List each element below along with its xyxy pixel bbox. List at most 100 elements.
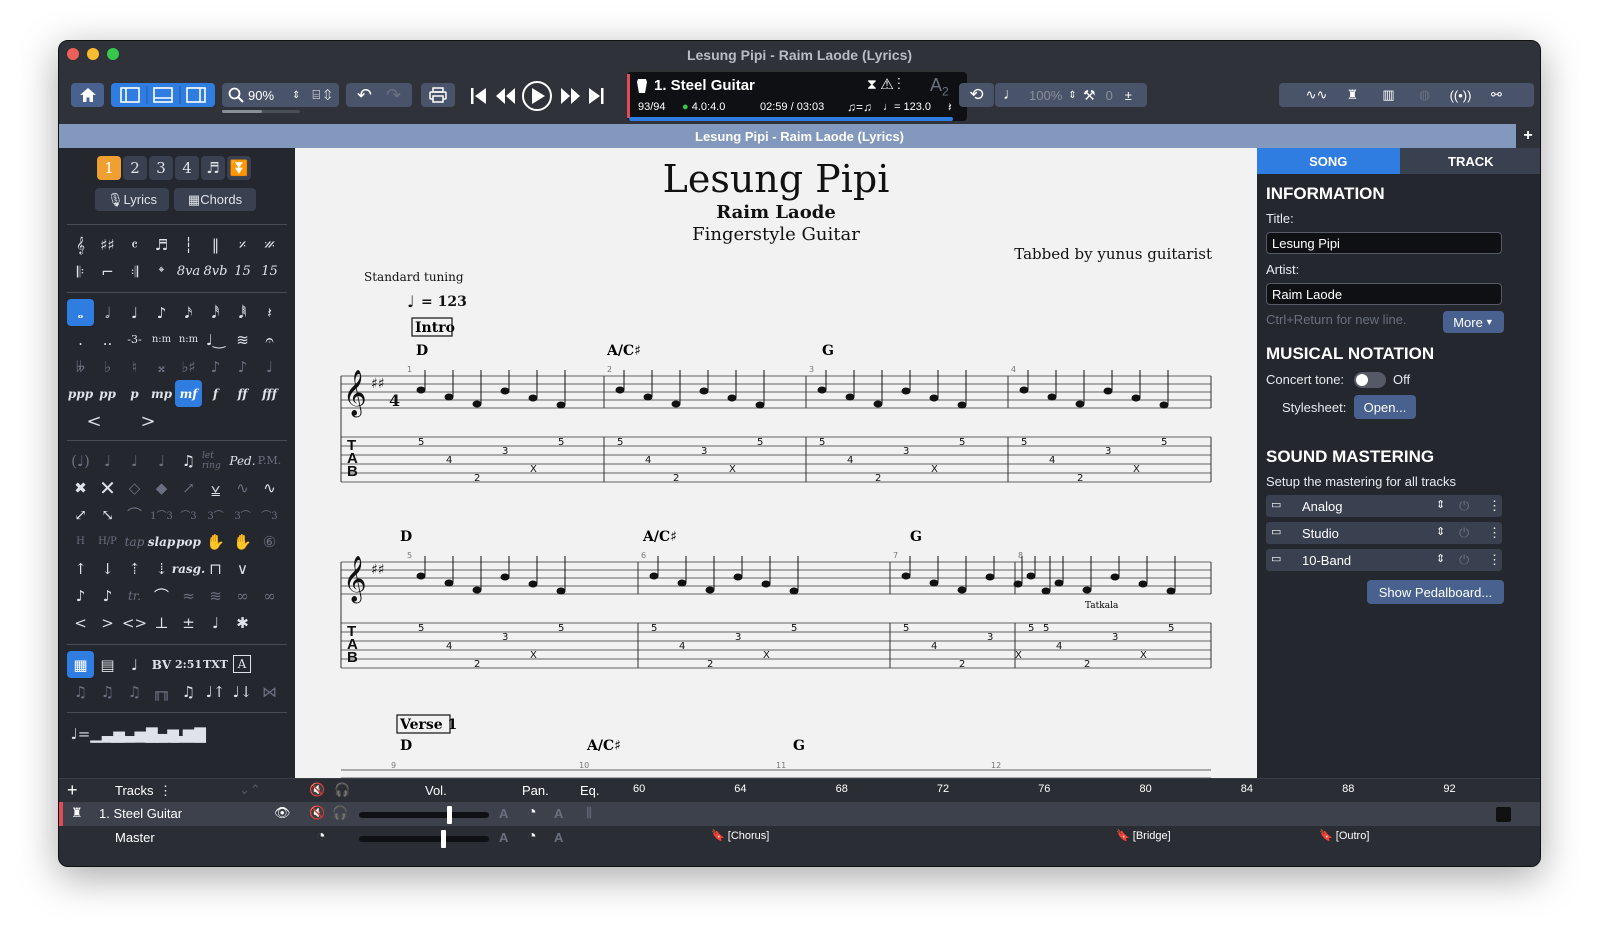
wide-vibrato-icon[interactable]: ∿ [256, 474, 283, 501]
tuplet-icon[interactable]: ♬ [148, 231, 175, 258]
piano-view-icon[interactable]: ▥ [1371, 87, 1407, 103]
quindicesima-bassa-icon[interactable]: 15 [256, 258, 283, 285]
tuner-icon[interactable]: ⚯ [1479, 87, 1515, 103]
section-marker-button[interactable]: A [233, 655, 251, 673]
right-hand-icon[interactable]: ✋ [229, 528, 256, 555]
close-window-button[interactable] [67, 48, 79, 60]
hammer-on-icon[interactable]: ⌒ [121, 501, 148, 528]
dynamic-pp-button[interactable]: pp [94, 380, 121, 407]
marker-chorus[interactable]: 🔖 [Chorus] [711, 829, 769, 842]
automation-a-icon[interactable]: A [554, 830, 563, 845]
marker-outro[interactable]: 🔖 [Outro] [1319, 829, 1369, 842]
coda-icon[interactable]: 𝄌 [148, 258, 175, 285]
voice-3-button[interactable]: 3 [149, 156, 173, 180]
thirty-second-note-icon[interactable]: 𝅘𝅥𝅰 [202, 299, 229, 326]
title-field[interactable]: Lesung Pipi [1266, 232, 1502, 254]
key-signature-icon[interactable]: ♯♯ [94, 231, 121, 258]
time-marker-button[interactable]: 2:51 [175, 651, 202, 678]
grace-note-after-icon[interactable]: ♪ [229, 353, 256, 380]
dotted-icon[interactable]: . [67, 326, 94, 353]
slur-icon[interactable]: ⌒ [148, 582, 175, 609]
slap-button[interactable]: slap [148, 528, 175, 555]
rasgueado-button[interactable]: rasg. [172, 555, 205, 582]
big-x-icon[interactable]: ✕ [94, 474, 121, 501]
home-button[interactable] [71, 83, 104, 107]
clef-icon[interactable]: 𝄞 [67, 231, 94, 258]
pitch-control[interactable]: ⚒ 0 ± [1075, 83, 1147, 107]
dead-note-icon[interactable]: ✖ [67, 474, 94, 501]
collapse-icon[interactable]: ⌄⌃ [239, 782, 261, 798]
time-signature-icon[interactable]: 𝄴 [121, 231, 148, 258]
sixty-fourth-note-icon[interactable]: 𝅘𝅥𝅱 [229, 299, 256, 326]
dynamic-ppp-button[interactable]: ppp [67, 380, 94, 407]
tie-icon[interactable]: ♩‿ [202, 326, 229, 353]
palm-mute-icon[interactable]: P.M. [256, 447, 283, 474]
chord-table-icon[interactable]: ▤ [94, 651, 121, 678]
double-dotted-icon[interactable]: .. [94, 326, 121, 353]
chord-grid-icon[interactable]: ▦ [67, 651, 94, 678]
natural-icon[interactable]: ♮ [121, 353, 148, 380]
double-tenuto-icon[interactable]: ± [175, 609, 202, 636]
slide-3-icon[interactable]: ⌒3 [175, 501, 202, 528]
voice-1-button[interactable]: 1 [97, 156, 121, 180]
equalizer-icon[interactable]: ⫼ [586, 805, 592, 821]
automation-a-icon[interactable]: A [554, 806, 563, 821]
tab-song[interactable]: SONG [1257, 148, 1400, 174]
left-hand-icon[interactable]: ✋ [202, 528, 229, 555]
audio-waveform-icon[interactable]: ∿∿ [1299, 87, 1335, 103]
slide-icon[interactable]: ⤢ [67, 501, 94, 528]
beam-break-icon[interactable]: ♫ [94, 678, 121, 705]
repeat-two-bars-icon[interactable]: 𝄏 [256, 231, 283, 258]
double-sharp-icon[interactable]: 𝄪 [148, 353, 175, 380]
ottava-alta-icon[interactable]: 8va [175, 258, 202, 285]
bend-icon[interactable]: ↗ [175, 474, 202, 501]
arpeggio-up-icon[interactable]: ⇡ [121, 555, 148, 582]
zoom-control[interactable]: 90% ⇕ ⌸ ⇕ [222, 83, 339, 107]
voice-down-icon[interactable]: ⏬ [227, 156, 251, 180]
inverted-turn-icon[interactable]: ∞ [256, 582, 283, 609]
double-barline-icon[interactable]: ‖ [202, 231, 229, 258]
harmonic-icon[interactable]: ◇ [121, 474, 148, 501]
staccatissimo-icon[interactable]: ♩ [202, 609, 229, 636]
string-number-icon[interactable]: ⑥ [256, 528, 283, 555]
show-pedalboard-button[interactable]: Show Pedalboard... [1367, 580, 1504, 604]
let-ring-notes-icon[interactable]: ♫ [175, 447, 202, 474]
pedal-asterisk-icon[interactable]: ✱ [229, 609, 256, 636]
quarter-note-icon[interactable]: ♩ [121, 299, 148, 326]
triplet-icon[interactable]: -3- [121, 326, 148, 353]
text-button[interactable]: TXT [202, 651, 229, 678]
master-volume-slider[interactable] [359, 830, 489, 848]
repeat-bar-icon[interactable]: 𝄎 [229, 231, 256, 258]
voice-2-button[interactable]: 2 [123, 156, 147, 180]
beam-auto-icon[interactable]: ♫ [67, 678, 94, 705]
add-document-button[interactable]: + [1516, 124, 1540, 148]
score-view[interactable]: Lesung Pipi Raim Laode Fingerstyle Guita… [295, 148, 1257, 778]
pedal-icon[interactable]: Ped. [229, 447, 256, 474]
beam-join-icon[interactable]: ♫ [121, 678, 148, 705]
playback-progress-bar[interactable] [629, 117, 953, 121]
master-pan-knob-icon[interactable]: ◔ [527, 828, 537, 846]
bv-button[interactable]: BV [148, 651, 175, 678]
artist-field[interactable]: Raim Laode [1266, 283, 1502, 305]
timeline-ruler[interactable]: 60 64 68 72 76 80 84 88 92 [615, 779, 1540, 803]
solo-all-icon[interactable]: 🎧 [334, 782, 350, 798]
marcato-icon[interactable]: > [94, 609, 121, 636]
tremolo-icon[interactable]: ≋ [229, 326, 256, 353]
broadcast-icon[interactable]: ((•)) [1443, 88, 1479, 103]
tracks-menu-icon[interactable]: ⋮ [159, 783, 172, 799]
ghost-note-icon[interactable]: (♩) [67, 447, 94, 474]
wavy-icon[interactable]: ≈ [175, 582, 202, 609]
mastering-studio[interactable]: ▭ Studio ⇕ ⏻ ⋮ [1266, 522, 1502, 544]
voice-4-button[interactable]: 4 [175, 156, 199, 180]
volume-slider[interactable] [359, 806, 489, 824]
slide-out-icon[interactable]: 3⌒ [229, 501, 256, 528]
grace-slash-icon[interactable]: ♪ [67, 582, 94, 609]
whammy-icon[interactable]: ⩣ [202, 474, 229, 501]
dynamic-fff-button[interactable]: fff [256, 380, 283, 407]
undo-icon[interactable]: ↶ [357, 85, 372, 106]
accent-icon[interactable]: < [67, 609, 94, 636]
track-row-steel-guitar[interactable]: ♜ 1. Steel Guitar 👁 🔇 🎧 A ◔ A ⫼ [59, 802, 1540, 850]
sixteenth-note-icon[interactable]: 𝅘𝅥𝅯 [175, 299, 202, 326]
dynamic-mp-button[interactable]: mp [148, 380, 175, 407]
drum-view-icon[interactable]: ◍ [1407, 87, 1443, 103]
